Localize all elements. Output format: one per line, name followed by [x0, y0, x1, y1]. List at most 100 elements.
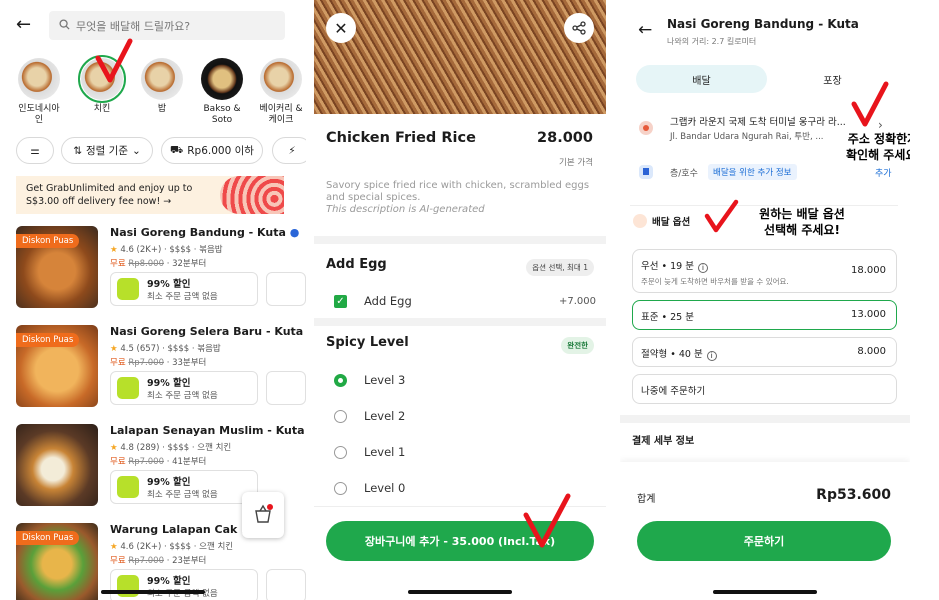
- spicy-level-heading: Spicy Level: [326, 335, 409, 350]
- promo-banner[interactable]: Get GrabUnlimited and enjoy up to S$3.00…: [16, 176, 284, 214]
- radio-icon[interactable]: [334, 409, 347, 423]
- coupon-card-2[interactable]: [266, 272, 306, 306]
- add-egg-heading: Add Egg: [326, 257, 387, 272]
- category-bakery[interactable]: 베이커리 & 케이크: [258, 58, 304, 126]
- tab-pickup[interactable]: 포장: [767, 65, 898, 93]
- chevron-down-icon: ⌄: [131, 144, 141, 157]
- spicy-option[interactable]: Level 2: [334, 401, 596, 431]
- coupon-card[interactable]: 99% 할인 최소 주문 금액 없음: [110, 272, 258, 306]
- total-amount: Rp53.600: [816, 487, 891, 503]
- tab-delivery[interactable]: 배달: [636, 65, 767, 93]
- spicy-option[interactable]: Level 3: [334, 365, 596, 395]
- option-label: Add Egg: [364, 294, 412, 308]
- option-label: 절약형 • 40 분: [641, 349, 703, 360]
- item-detail-screen: ✕ Chicken Fried Rice 28.000 기본 가격 Savory…: [314, 0, 606, 600]
- coupon-card[interactable]: 99% 할인 최소 주문 금액 없음: [110, 371, 258, 405]
- place-order-button[interactable]: 주문하기: [637, 521, 891, 561]
- coupon-title: 99% 할인: [147, 279, 191, 290]
- cart-button[interactable]: [242, 492, 284, 538]
- note-icon: [639, 165, 653, 179]
- option-label: 우선 • 19 분: [641, 261, 694, 272]
- coupon-card-2[interactable]: [266, 569, 306, 600]
- section-divider: [620, 415, 910, 423]
- star-icon: ★: [110, 245, 118, 255]
- delivery-option-saver[interactable]: 절약형 • 40 분i 8.000: [632, 337, 897, 367]
- home-indicator: [713, 590, 817, 594]
- restaurant-card[interactable]: Diskon Puas Nasi Goreng Selera Baru - Ku…: [16, 325, 306, 409]
- filter-button[interactable]: ⚌: [16, 137, 54, 164]
- option-label: 나중에 주문하기: [641, 386, 706, 397]
- car-icon: ⛟: [170, 143, 184, 156]
- base-price-label: 기본 가격: [559, 158, 593, 168]
- category-label: 베이커리 & 케이크: [259, 104, 303, 125]
- back-arrow-icon[interactable]: ←: [638, 20, 652, 40]
- spicy-option[interactable]: Level 1: [334, 437, 596, 467]
- spicy-option[interactable]: Level 0: [334, 473, 596, 503]
- price-label: Rp6.000 이하: [187, 145, 254, 157]
- restaurant-image: [16, 424, 98, 506]
- option-badge: 옵션 선택, 최대 1: [526, 259, 594, 276]
- schedule-order-option[interactable]: 나중에 주문하기: [632, 374, 897, 404]
- restaurant-card[interactable]: Diskon Puas Nasi Goreng Bandung - Kuta ●…: [16, 226, 306, 310]
- info-icon[interactable]: i: [706, 351, 717, 361]
- option-label: Level 0: [364, 481, 406, 495]
- coupon-card-2[interactable]: [266, 371, 306, 405]
- delivery-options-heading: 배달 옵션: [652, 217, 691, 228]
- info-icon[interactable]: i: [697, 263, 708, 273]
- section-divider: [314, 236, 606, 244]
- address-title[interactable]: 그랩카 라운지 국제 도착 터미널 웅구라 라...: [670, 114, 846, 128]
- coupon-card[interactable]: 99% 할인 최소 주문 금액 없음: [110, 569, 258, 600]
- category-image: [18, 58, 60, 100]
- checkbox-checked-icon[interactable]: ✓: [334, 294, 347, 308]
- search-placeholder: 무엇을 배달해 드릴까요?: [76, 19, 191, 33]
- price-chip[interactable]: ⛟ Rp6.000 이하: [161, 137, 263, 164]
- radio-icon[interactable]: [334, 445, 347, 459]
- item-title: Chicken Fried Rice: [326, 130, 476, 146]
- floor-label: 층/호수: [670, 169, 698, 179]
- sort-chip[interactable]: ⇅ 정렬 기준 ⌄: [61, 137, 153, 164]
- sort-label: 정렬 기준: [86, 145, 128, 157]
- promo-chip[interactable]: ⚡: [272, 137, 306, 164]
- address-subtitle: Jl. Bandar Udara Ngurah Rai, 투반, ...: [670, 132, 824, 142]
- chevron-right-icon[interactable]: ›: [878, 118, 883, 132]
- coupon-subtitle: 최소 주문 금액 없음: [147, 391, 218, 401]
- category-label: Bakso & Soto: [203, 104, 241, 125]
- restaurant-name: Nasi Goreng Bandung - Kuta ●: [110, 226, 300, 239]
- category-indonesian[interactable]: 인도네시아 인: [16, 58, 62, 126]
- required-badge: 완전한: [561, 337, 594, 354]
- radio-icon[interactable]: [334, 481, 347, 495]
- back-arrow-icon[interactable]: ←: [16, 14, 31, 35]
- radio-selected-icon[interactable]: [334, 373, 347, 387]
- share-icon[interactable]: [564, 13, 594, 43]
- add-egg-option[interactable]: ✓ Add Egg +7.000: [334, 286, 596, 316]
- discount-tag: Diskon Puas: [16, 234, 80, 248]
- add-to-cart-button[interactable]: 장바구니에 추가 - 35.000 (Incl.Tax): [326, 521, 594, 561]
- distance-label: 나와의 거리: 2.7 킬로미터: [667, 37, 757, 46]
- category-image: [260, 58, 302, 100]
- star-icon: ★: [110, 542, 118, 552]
- scooter-icon: [633, 214, 647, 228]
- coupon-logo: [117, 377, 139, 399]
- coupon-card[interactable]: 99% 할인 최소 주문 금액 없음: [110, 470, 258, 504]
- search-input[interactable]: 무엇을 배달해 드릴까요?: [49, 11, 285, 40]
- sort-icon: ⇅: [73, 144, 82, 157]
- option-price: +7.000: [558, 295, 596, 307]
- filter-icon: ⚌: [30, 144, 40, 157]
- category-chicken[interactable]: 치킨: [78, 55, 126, 115]
- extra-info-tag[interactable]: 배달을 위한 추가 정보: [708, 164, 797, 180]
- coupon-title: 99% 할인: [147, 576, 191, 587]
- delivery-option-standard[interactable]: 표준 • 25 분 13.000: [632, 300, 897, 330]
- basket-icon: [255, 504, 273, 523]
- close-icon[interactable]: ✕: [326, 13, 356, 43]
- coupon-logo: [117, 278, 139, 300]
- home-indicator: [101, 590, 205, 594]
- star-icon: ★: [110, 443, 118, 453]
- section-divider: [314, 318, 606, 326]
- delivery-option-priority[interactable]: 우선 • 19 분i 주문이 늦게 도착하면 바우처를 받을 수 있어요. 18…: [632, 249, 897, 293]
- category-bakso[interactable]: Bakso & Soto: [199, 58, 245, 126]
- search-icon: [59, 18, 70, 33]
- description-text: Savory spice fried rice with chicken, sc…: [326, 180, 590, 203]
- add-link[interactable]: 추가: [875, 166, 892, 179]
- restaurant-name: Nasi Goreng Selera Baru - Kuta: [110, 325, 304, 338]
- category-rice[interactable]: 밥: [139, 58, 185, 115]
